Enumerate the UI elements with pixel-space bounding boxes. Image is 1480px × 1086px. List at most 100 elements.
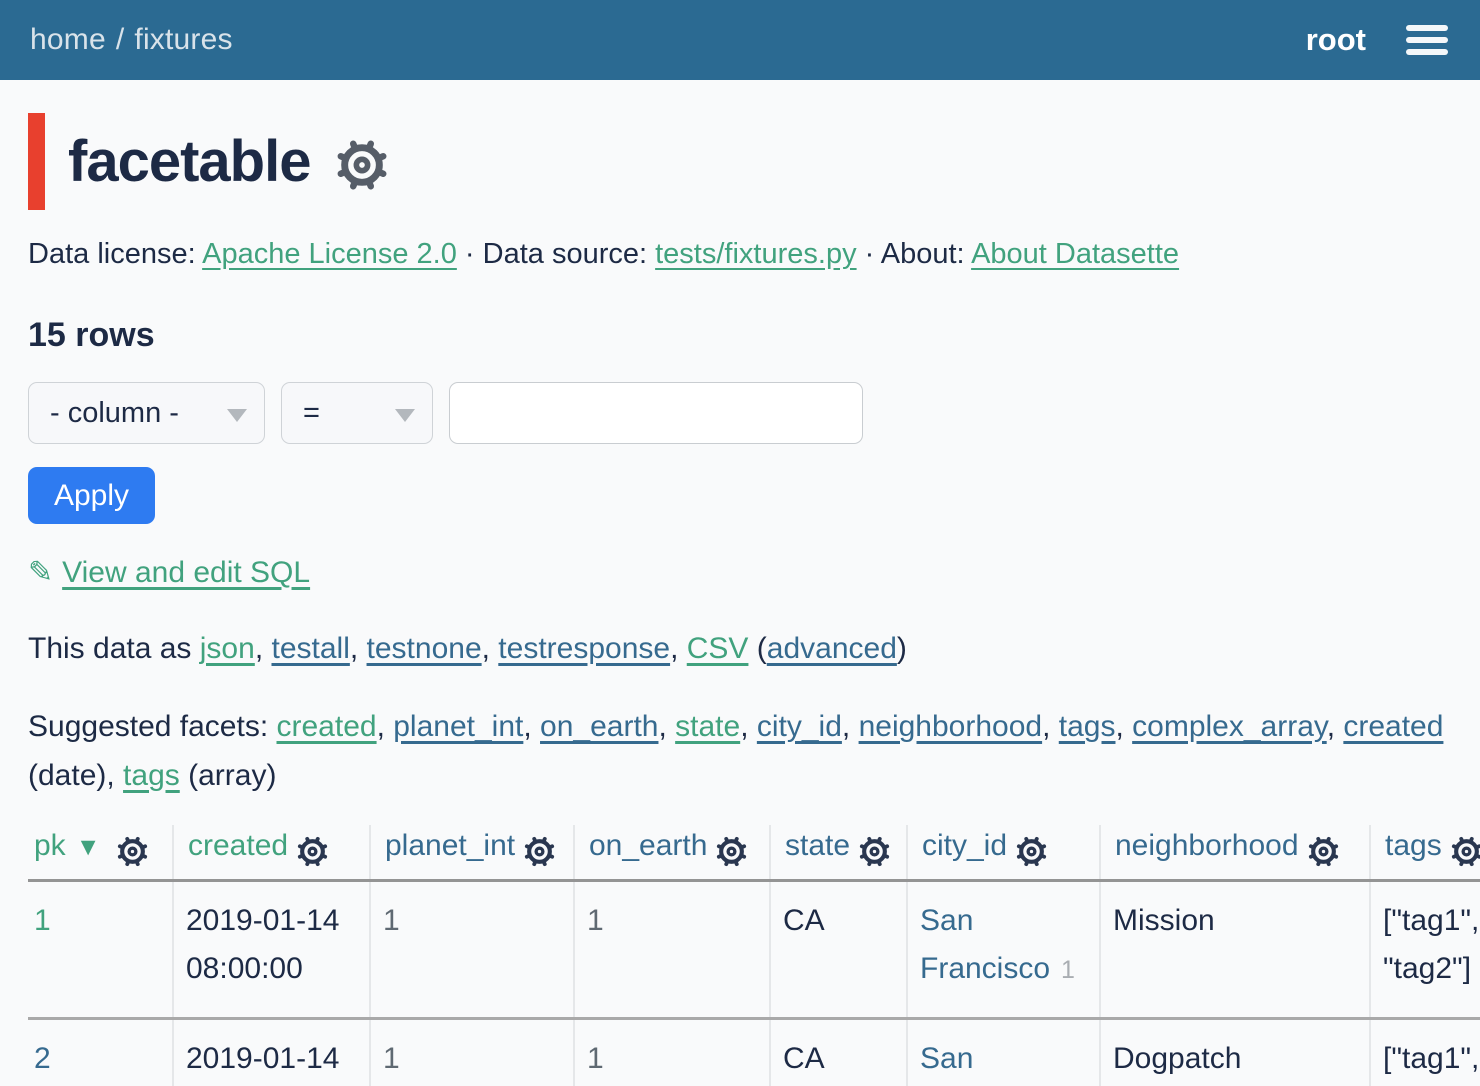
table-row: 22019-01-14 08:00:0011CASan Francisco1Do…	[28, 1019, 1480, 1086]
filter-column-select[interactable]: - column -	[28, 382, 265, 444]
metadata-line: Data license: Apache License 2.0 · Data …	[28, 238, 1452, 271]
cell-city-id: San Francisco1	[907, 1019, 1100, 1086]
cell-link-pk[interactable]: 1	[34, 904, 51, 937]
cell-value-created: 2019-01-14 08:00:00	[186, 904, 339, 985]
facet-link-created[interactable]: created	[277, 710, 377, 743]
breadcrumb: home/fixtures	[30, 23, 233, 57]
metadata-text: Data source:	[483, 238, 655, 270]
column-options-gear-icon[interactable]	[1016, 833, 1047, 866]
cell-value-state: CA	[783, 1042, 825, 1075]
page-title-row: facetable	[28, 113, 1452, 210]
export-link-json[interactable]: json	[200, 632, 255, 665]
metadata-link-about-datasette[interactable]: About Datasette	[971, 238, 1179, 270]
export-link-csv[interactable]: CSV	[687, 632, 749, 665]
cell-planet-int: 1	[370, 881, 574, 1019]
column-header-created: created	[173, 825, 370, 881]
breadcrumb-home-link[interactable]: home	[30, 23, 106, 56]
facet-link-neighborhood[interactable]: neighborhood	[859, 710, 1043, 743]
metadata-link-apache-license-2-0[interactable]: Apache License 2.0	[202, 238, 457, 270]
facet-text: ,	[377, 710, 394, 743]
sql-link-row: ✎ View and edit SQL	[28, 555, 1452, 590]
column-header-link-tags[interactable]: tags	[1385, 829, 1442, 862]
page-title: facetable	[68, 128, 310, 195]
facet-link-created[interactable]: created	[1343, 710, 1443, 743]
column-header-on-earth: on_earth	[574, 825, 770, 881]
export-text: ,	[670, 632, 687, 665]
cell-state: CA	[770, 881, 907, 1019]
cell-value-neighborhood: Mission	[1113, 904, 1215, 937]
column-header-link-state[interactable]: state	[785, 829, 850, 862]
export-text: (	[748, 632, 766, 665]
column-header-planet-int: planet_int	[370, 825, 574, 881]
logged-in-user[interactable]: root	[1306, 22, 1366, 58]
cell-pk: 2	[28, 1019, 173, 1086]
column-header-city-id: city_id	[907, 825, 1100, 881]
metadata-text: Data license:	[28, 238, 202, 270]
title-accent-bar	[28, 113, 45, 210]
cell-on-earth: 1	[574, 881, 770, 1019]
cell-value-planet-int: 1	[383, 904, 400, 937]
facet-link-state[interactable]: state	[675, 710, 740, 743]
apply-button[interactable]: Apply	[28, 467, 155, 524]
metadata-link-tests-fixtures-py[interactable]: tests/fixtures.py	[655, 238, 856, 270]
facet-text: ,	[1115, 710, 1132, 743]
top-nav: home/fixtures root	[0, 0, 1480, 80]
pencil-icon: ✎	[28, 556, 53, 589]
column-header-state: state	[770, 825, 907, 881]
column-header-link-neighborhood[interactable]: neighborhood	[1115, 829, 1299, 862]
cell-value-on-earth: 1	[587, 904, 604, 937]
column-header-link-on-earth[interactable]: on_earth	[589, 829, 707, 862]
facet-text: ,	[842, 710, 859, 743]
filter-operator-select-value: =	[303, 397, 320, 430]
column-header-link-pk[interactable]: pk	[34, 829, 66, 862]
column-header-link-created[interactable]: created	[188, 829, 288, 862]
cell-created: 2019-01-14 08:00:00	[173, 1019, 370, 1086]
cell-value-state: CA	[783, 904, 825, 937]
view-edit-sql-link[interactable]: View and edit SQL	[62, 556, 310, 589]
cell-value-planet-int: 1	[383, 1042, 400, 1075]
export-link-testresponse[interactable]: testresponse	[498, 632, 670, 665]
export-text: This data as	[28, 632, 200, 665]
facet-link-planet-int[interactable]: planet_int	[393, 710, 523, 743]
facet-text: ,	[658, 710, 675, 743]
table-row: 1 2019-01-14 08:00:00 1 1 CA San Francisco 1 Mi…	[28, 881, 1480, 1019]
facet-link-tags[interactable]: tags	[123, 759, 180, 792]
filter-operator-select[interactable]: =	[281, 382, 433, 444]
facet-link-city-id[interactable]: city_id	[757, 710, 842, 743]
column-header-link-planet-int[interactable]: planet_int	[385, 829, 515, 862]
column-options-gear-icon[interactable]	[1451, 833, 1480, 866]
cell-link-city-id[interactable]: San Francisco	[920, 1042, 1050, 1086]
column-options-gear-icon[interactable]	[859, 833, 890, 866]
column-options-gear-icon[interactable]	[297, 833, 328, 866]
export-link-testnone[interactable]: testnone	[367, 632, 482, 665]
metadata-text: About:	[881, 238, 971, 270]
facet-text: ,	[523, 710, 540, 743]
sort-desc-icon: ▼	[76, 833, 101, 861]
table-header-row: pk ▼ created planet_int on_earth state ci…	[28, 825, 1480, 881]
column-header-link-city-id[interactable]: city_id	[922, 829, 1007, 862]
data-table-container: pk ▼ created planet_int on_earth state ci…	[28, 825, 1480, 1086]
export-formats-line: This data as json, testall, testnone, te…	[28, 632, 1452, 666]
filter-column-select-value: - column -	[50, 397, 179, 430]
export-link-advanced[interactable]: advanced	[767, 632, 897, 665]
cell-link-city-id[interactable]: San Francisco	[920, 904, 1050, 985]
cell-raw-value-city-id: 1	[1061, 956, 1075, 984]
cell-city-id: San Francisco 1	[907, 881, 1100, 1019]
facet-link-tags[interactable]: tags	[1059, 710, 1116, 743]
breadcrumb-database-link[interactable]: fixtures	[134, 23, 232, 56]
column-options-gear-icon[interactable]	[1308, 833, 1339, 866]
hamburger-menu-icon[interactable]	[1406, 25, 1448, 55]
column-options-gear-icon[interactable]	[716, 833, 747, 866]
column-options-gear-icon[interactable]	[524, 833, 555, 866]
metadata-text: ·	[857, 238, 881, 270]
facet-link-complex-array[interactable]: complex_array	[1132, 710, 1327, 743]
table-settings-gear-icon[interactable]	[336, 139, 388, 191]
export-link-testall[interactable]: testall	[271, 632, 349, 665]
cell-value-tags: ["tag1", "tag2"]	[1383, 904, 1479, 985]
export-text: ,	[350, 632, 367, 665]
column-options-gear-icon[interactable]	[117, 833, 148, 866]
cell-link-pk[interactable]: 2	[34, 1042, 51, 1075]
facet-link-on-earth[interactable]: on_earth	[540, 710, 658, 743]
cell-value-neighborhood: Dogpatch	[1113, 1042, 1241, 1075]
filter-value-input[interactable]	[449, 382, 863, 444]
